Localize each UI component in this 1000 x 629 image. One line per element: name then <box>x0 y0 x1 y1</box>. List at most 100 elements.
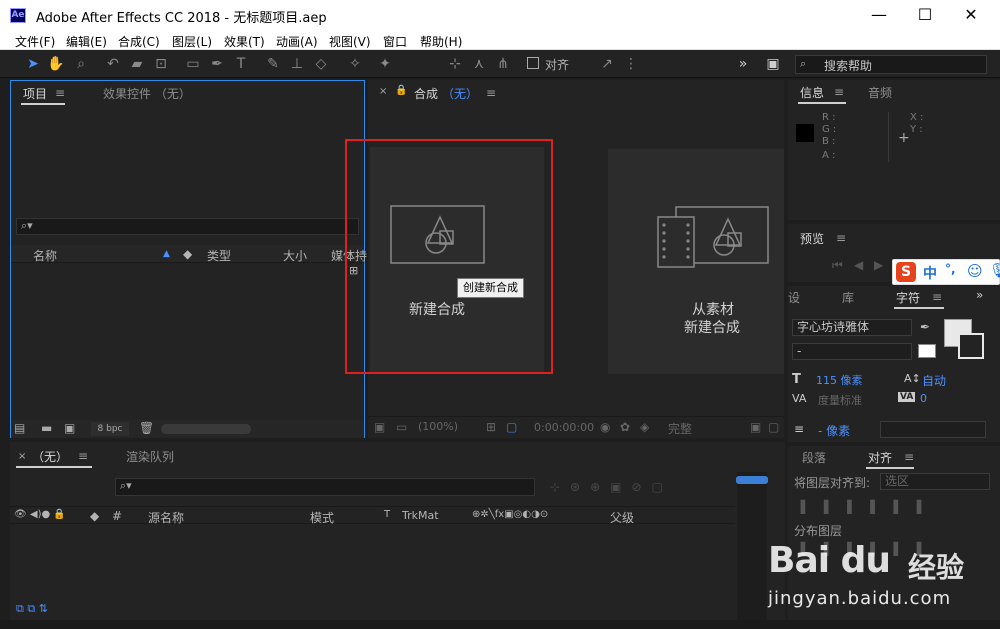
font-style-dropdown[interactable]: - <box>792 343 912 360</box>
snapshot-icon[interactable]: ◉ <box>600 420 610 434</box>
interpret-footage-icon[interactable]: ▤ <box>14 421 25 435</box>
rotate-tool-icon[interactable]: ↶ <box>104 55 122 73</box>
label-tag-icon[interactable]: ◆ <box>183 247 192 261</box>
col-size[interactable]: 大小 <box>283 247 307 264</box>
eraser-tool-icon[interactable]: ◇ <box>312 55 330 73</box>
col-t[interactable]: T <box>384 509 390 520</box>
text-tool-icon[interactable]: T <box>232 55 250 73</box>
work-area-bar[interactable] <box>736 476 768 484</box>
view-axis-icon[interactable]: ⋔ <box>494 55 512 73</box>
resolution-dropdown[interactable]: 完整 <box>668 420 692 437</box>
color-icon[interactable]: ✿ <box>620 420 630 434</box>
tab-render-queue[interactable]: 渲染队列 <box>126 448 174 465</box>
tracking-value[interactable]: 0 <box>920 392 927 405</box>
menu-layer[interactable]: 图层(L) <box>172 33 212 50</box>
new-folder-icon[interactable]: ▬ <box>41 421 52 435</box>
tab-composition[interactable]: 合成 <box>414 85 438 102</box>
bpc-toggle[interactable]: 8 bpc <box>91 422 129 436</box>
menu-file[interactable]: 文件(F) <box>15 33 55 50</box>
clone-stamp-tool-icon[interactable]: ⊥ <box>288 55 306 73</box>
maximize-button[interactable]: ☐ <box>902 0 948 30</box>
font-family-dropdown[interactable]: 字心坊诗雅体 <box>792 319 912 336</box>
sort-ascending-icon[interactable]: ▲ <box>163 249 170 259</box>
toggle-view-icon[interactable]: ▢ <box>768 420 779 434</box>
expand-panels-icon[interactable]: » <box>976 288 983 302</box>
menu-edit[interactable]: 编辑(E) <box>66 33 107 50</box>
tab-audio[interactable]: 音频 <box>868 84 892 101</box>
kerning-value[interactable]: 度量标准 <box>818 392 862 408</box>
align-buttons-row[interactable]: ▐▐▐▐▐▐ <box>796 500 935 514</box>
hand-tool-icon[interactable]: ✋ <box>47 55 65 73</box>
timeline-switches-icons[interactable]: ⊹⊛⊕▣⊘▢ <box>550 480 673 494</box>
panel-menu-icon[interactable]: ≡ <box>78 449 88 463</box>
tab-settings-truncated[interactable]: 设 <box>788 289 800 306</box>
snap-edges-icon[interactable]: ↗ <box>598 55 616 73</box>
transparency-grid-icon[interactable]: ▢ <box>506 420 517 434</box>
menu-window[interactable]: 窗口 <box>383 33 407 50</box>
col-number[interactable]: # <box>112 509 122 523</box>
tab-libraries[interactable]: 库 <box>842 289 854 306</box>
panel-menu-icon[interactable]: ≡ <box>486 86 496 100</box>
pen-tool-icon[interactable]: ✒ <box>208 55 226 73</box>
layer-switches-icons[interactable]: ⊕✲╲fx▣◎◐◑⊙ <box>472 509 548 520</box>
ime-punctuation[interactable]: °, <box>945 262 956 276</box>
puppet-pin-tool-icon[interactable]: ✦ <box>376 55 394 73</box>
indent-value[interactable]: - 像素 <box>818 422 850 439</box>
project-scrollbar[interactable] <box>161 424 251 434</box>
tab-paragraph[interactable]: 段落 <box>802 449 826 466</box>
timeline-search-input[interactable]: ⌕▾ <box>115 478 535 496</box>
rectangle-tool-icon[interactable]: ▭ <box>184 55 202 73</box>
fast-preview-icon[interactable]: ▣ <box>750 420 761 434</box>
ime-chinese-mode[interactable]: 中 <box>923 263 937 283</box>
tab-align[interactable]: 对齐 <box>868 449 892 466</box>
tab-info[interactable]: 信息 <box>800 84 824 101</box>
eyedropper-icon[interactable]: ✒ <box>920 320 930 334</box>
microphone-icon[interactable]: 🎙 <box>989 263 1000 279</box>
close-button[interactable]: ✕ <box>948 0 994 30</box>
zoom-tool-icon[interactable]: ⌕ <box>72 55 90 73</box>
menu-help[interactable]: 帮助(H) <box>420 33 462 50</box>
previous-frame-icon[interactable]: ◀ <box>854 258 863 272</box>
timeline-ruler-area[interactable] <box>737 472 767 620</box>
project-search-input[interactable]: ⌕▾ <box>16 218 359 235</box>
new-comp-from-footage-card[interactable]: 从素材 新建合成 <box>608 149 784 374</box>
search-help-field[interactable]: ⌕ 搜索帮助 <box>795 55 987 74</box>
workspace-icon[interactable]: ▣ <box>764 55 782 73</box>
menu-composition[interactable]: 合成(C) <box>118 33 160 50</box>
leading-value[interactable]: 自动 <box>922 372 946 389</box>
zoom-dropdown[interactable]: (100%) <box>418 420 458 433</box>
sogou-logo-icon[interactable]: S <box>896 262 916 282</box>
snap-checkbox[interactable] <box>527 57 539 69</box>
panel-menu-icon[interactable]: ≡ <box>55 86 65 100</box>
world-axis-icon[interactable]: ⋏ <box>470 55 488 73</box>
tab-preview[interactable]: 预览 <box>800 230 824 247</box>
tab-timeline-comp[interactable]: （无） <box>32 448 68 465</box>
align-to-dropdown[interactable]: 选区 <box>880 473 990 490</box>
tab-composition-value[interactable]: （无） <box>442 85 478 102</box>
emoji-icon[interactable]: ☺ <box>967 262 983 280</box>
panel-menu-icon[interactable]: ≡ <box>834 85 844 99</box>
menu-effect[interactable]: 效果(T) <box>224 33 265 50</box>
col-trkmat[interactable]: TrkMat <box>402 509 439 522</box>
col-name[interactable]: 名称 <box>33 247 57 264</box>
stroke-type-dropdown[interactable] <box>880 421 986 438</box>
col-type[interactable]: 类型 <box>207 247 231 264</box>
col-mode[interactable]: 模式 <box>310 509 334 526</box>
timecode-display[interactable]: 0:00:00:00 <box>534 421 594 434</box>
first-frame-icon[interactable]: ⏮ <box>832 258 843 273</box>
roto-brush-tool-icon[interactable]: ✧ <box>346 55 364 73</box>
local-axis-icon[interactable]: ⊹ <box>446 55 464 73</box>
font-size-value[interactable]: 115 像素 <box>816 372 863 388</box>
play-icon[interactable]: ▶ <box>874 258 883 272</box>
col-source-name[interactable]: 源名称 <box>148 509 184 526</box>
pan-behind-tool-icon[interactable]: ⊡ <box>152 55 170 73</box>
timeline-footer-icons[interactable]: ⧉ ⧉ ⇅ <box>16 602 48 616</box>
menu-animation[interactable]: 动画(A) <box>276 33 318 50</box>
minimize-button[interactable]: — <box>856 0 902 30</box>
expand-workspace-icon[interactable]: » <box>734 55 752 73</box>
channel-icon[interactable]: ◈ <box>640 420 649 434</box>
panel-menu-icon[interactable]: ≡ <box>904 450 914 464</box>
tab-character[interactable]: 字符 <box>896 289 920 306</box>
av-switches-icons[interactable]: 👁 ◀)● 🔒 <box>14 509 66 520</box>
stroke-color-swatch[interactable] <box>958 333 984 359</box>
